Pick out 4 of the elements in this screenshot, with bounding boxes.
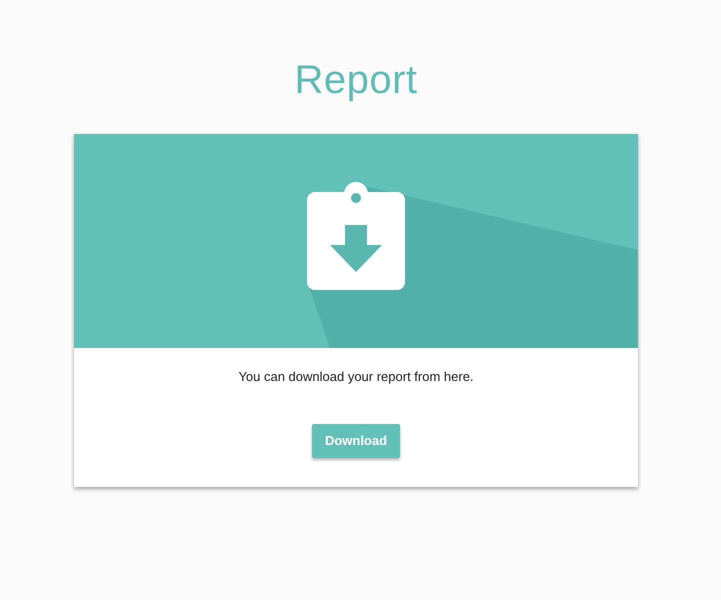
download-button[interactable]: Download [312, 424, 400, 458]
download-message: You can download your report from here. [238, 369, 474, 385]
page-title: Report [294, 57, 418, 104]
clipboard-download-icon [307, 182, 405, 290]
